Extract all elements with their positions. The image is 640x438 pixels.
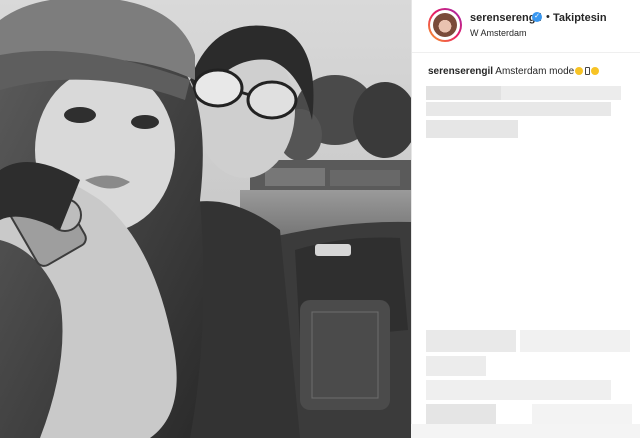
post-side-panel: serenserengil ✓ • Takiptesin W Amsterdam… [411,0,640,438]
blurred-comment [426,330,516,352]
brand-logo-icon [315,244,351,256]
blurred-footer [411,424,640,438]
blurred-comment [532,404,632,424]
avatar[interactable] [428,8,462,42]
blurred-comment [520,330,630,352]
location-link[interactable]: W Amsterdam [470,28,527,38]
photo-illustration [0,0,411,438]
following-button[interactable]: Takiptesin [553,12,607,24]
caption-text: Amsterdam mode [495,66,575,77]
caption-username-link[interactable]: serenserengil [428,66,493,77]
blurred-comment [426,356,486,376]
blurred-comment [426,120,518,138]
avatar-image [430,10,460,40]
blurred-comment [501,86,621,100]
blurred-comment [426,404,496,424]
post-photo[interactable] [0,0,411,438]
blurred-comment [426,86,501,100]
post-caption: serenserengil Amsterdam mode [428,66,633,77]
avatar-face [433,13,457,37]
username-link[interactable]: serenserengil [470,12,542,24]
post-header: serenserengil ✓ • Takiptesin W Amsterdam [412,0,640,53]
sunglasses-emoji-icon [575,67,584,75]
separator-dot: • [546,11,550,23]
phone-emoji-icon [585,67,591,75]
blurred-comment [426,380,611,400]
verified-badge-icon: ✓ [532,12,542,22]
laughing-emoji-icon [591,67,600,75]
blurred-comment [426,102,611,116]
